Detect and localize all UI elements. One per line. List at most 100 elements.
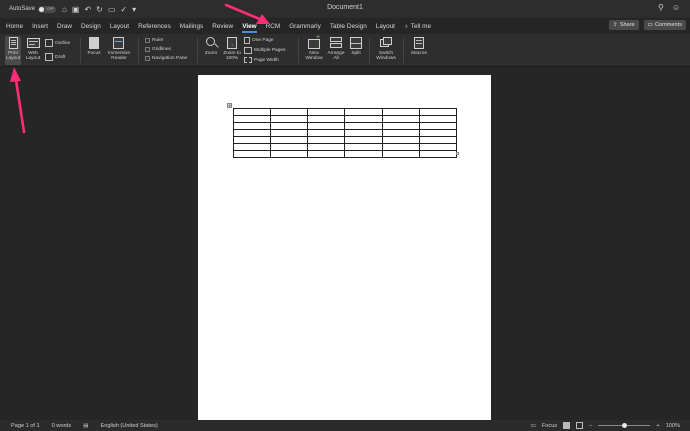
autosave-control[interactable]: AutoSave OFF (9, 5, 57, 13)
switch-windows-button[interactable]: Switch Windows (373, 36, 399, 61)
macros-button[interactable]: Macros (408, 36, 430, 56)
table-cell[interactable] (307, 129, 346, 137)
table-cell[interactable] (381, 143, 420, 151)
split-button[interactable]: Split (348, 36, 364, 56)
one-page-button[interactable]: One Page (244, 37, 274, 44)
zoom-out-icon[interactable]: − (589, 423, 592, 429)
table-cell[interactable] (344, 150, 383, 158)
table-cell[interactable] (307, 150, 346, 158)
zoom-in-icon[interactable]: + (656, 423, 659, 429)
language-indicator[interactable]: English (United States) (101, 423, 158, 429)
table-cell[interactable] (232, 143, 272, 151)
table-cell[interactable] (381, 122, 420, 130)
gridlines-check[interactable] (145, 47, 150, 52)
ruler-check[interactable] (145, 38, 150, 43)
table-row[interactable] (232, 150, 458, 158)
table-cell[interactable] (381, 108, 420, 116)
document-table[interactable] (232, 108, 458, 158)
zoom-button[interactable]: Zoom (203, 36, 219, 56)
zoom-slider[interactable] (598, 423, 651, 428)
search-icon[interactable]: ⚲ (658, 3, 664, 12)
autosave-toggle[interactable]: OFF (38, 5, 57, 13)
tab-rcm[interactable]: RCM (266, 23, 281, 30)
home-icon[interactable]: ⌂ (62, 5, 67, 14)
new-window-button[interactable]: + New Window (304, 34, 324, 61)
table-cell[interactable] (418, 136, 458, 144)
table-cell[interactable] (232, 150, 272, 158)
page-width-button[interactable]: Page Width (244, 57, 279, 63)
page-count[interactable]: Page 1 of 1 (11, 423, 40, 429)
check-icon[interactable]: ✓ (120, 5, 127, 14)
tab-layout[interactable]: Layout (110, 23, 129, 30)
table-cell[interactable] (270, 136, 309, 144)
print-layout-button[interactable]: Print Layout (5, 36, 21, 65)
account-icon[interactable]: ☺ (672, 3, 680, 12)
tab-draw[interactable]: Draw (57, 23, 72, 30)
table-cell[interactable] (307, 122, 346, 130)
table-cell[interactable] (307, 115, 346, 123)
zoom-100-button[interactable]: 1 Zoom to 100% (221, 36, 243, 61)
undo-icon[interactable]: ↶ (84, 5, 91, 14)
table-cell[interactable] (418, 129, 458, 137)
tab-design[interactable]: Design (81, 23, 101, 30)
table-resize-handle[interactable] (456, 152, 459, 155)
table-row[interactable] (232, 115, 458, 123)
customize-icon[interactable]: ▾ (132, 5, 136, 14)
table-cell[interactable] (270, 150, 309, 158)
proofing-icon[interactable]: ▤ (83, 423, 88, 429)
print-icon[interactable]: ▭ (108, 5, 116, 14)
table-move-handle[interactable]: ✥ (227, 103, 232, 108)
table-cell[interactable] (270, 115, 309, 123)
tab-table-design[interactable]: Table Design (330, 23, 367, 30)
tab-grammarly[interactable]: Grammarly (289, 23, 321, 30)
focus-button[interactable]: Focus (85, 36, 103, 56)
tab-mailings[interactable]: Mailings (180, 23, 203, 30)
draft-button[interactable]: Draft (45, 53, 65, 61)
tab-review[interactable]: Review (212, 23, 233, 30)
print-layout-view-icon[interactable] (563, 422, 571, 429)
table-cell[interactable] (232, 115, 272, 123)
table-cell[interactable] (418, 108, 458, 116)
table-row[interactable] (232, 122, 458, 130)
outline-button[interactable]: Outline (45, 39, 70, 47)
web-layout-button[interactable]: Web Layout (24, 36, 42, 61)
table-cell[interactable] (418, 150, 458, 158)
comments-button[interactable]: ▭ Comments (643, 20, 686, 30)
tab-table-layout[interactable]: Layout (376, 23, 395, 30)
immersive-reader-button[interactable]: Immersive Reader (104, 36, 134, 61)
table-cell[interactable] (381, 136, 420, 144)
table-cell[interactable] (344, 129, 383, 137)
table-cell[interactable] (418, 115, 458, 123)
word-count[interactable]: 0 words (52, 423, 72, 429)
table-cell[interactable] (307, 143, 346, 151)
tab-home[interactable]: Home (6, 23, 23, 30)
document-page[interactable]: ✥ (198, 75, 491, 420)
table-row[interactable] (232, 136, 458, 144)
gridlines-checkbox[interactable]: Gridlines (145, 47, 171, 52)
table-cell[interactable] (418, 143, 458, 151)
table-cell[interactable] (381, 129, 420, 137)
table-cell[interactable] (344, 136, 383, 144)
table-cell[interactable] (270, 143, 309, 151)
tab-insert[interactable]: Insert (32, 23, 48, 30)
table-row[interactable] (232, 129, 458, 137)
navigation-pane-checkbox[interactable]: Navigation Pane (145, 56, 187, 61)
table-cell[interactable] (270, 129, 309, 137)
table-cell[interactable] (270, 108, 309, 116)
web-layout-view-icon[interactable] (576, 422, 584, 429)
arrange-all-button[interactable]: Arrange All (326, 36, 346, 61)
table-cell[interactable] (307, 136, 346, 144)
table-cell[interactable] (232, 129, 272, 137)
redo-icon[interactable]: ↻ (96, 5, 103, 14)
table-cell[interactable] (232, 122, 272, 130)
table-row[interactable] (232, 108, 458, 116)
share-button[interactable]: ⇪ Share (609, 20, 639, 30)
table-cell[interactable] (344, 122, 383, 130)
table-cell[interactable] (418, 122, 458, 130)
zoom-slider-knob[interactable] (621, 423, 627, 428)
tab-view[interactable]: View (242, 23, 258, 33)
table-cell[interactable] (307, 108, 346, 116)
table-cell[interactable] (270, 122, 309, 130)
focus-status-label[interactable]: Focus (542, 423, 557, 429)
zoom-level[interactable]: 100% (666, 423, 680, 429)
